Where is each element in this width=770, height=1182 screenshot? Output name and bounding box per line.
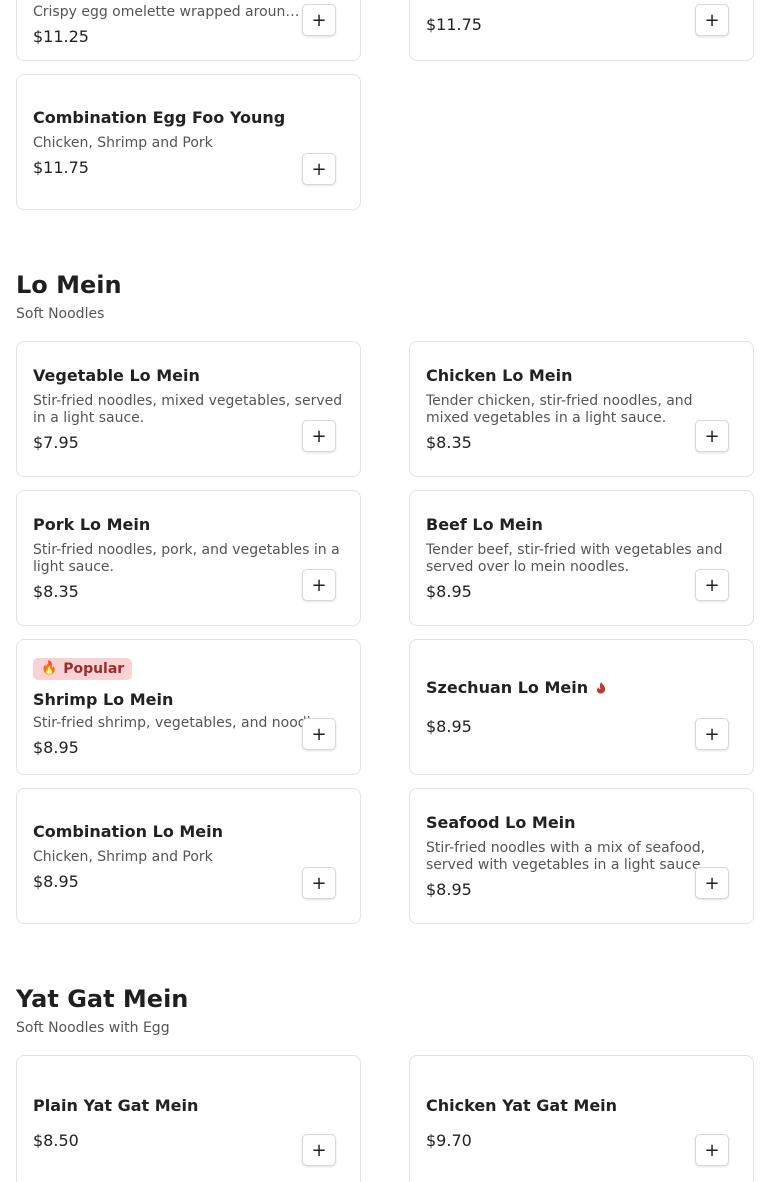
item-description: Tender beef, stir-fried with vegetables … (426, 542, 723, 575)
item-description: Chicken, Shrimp and Pork (33, 134, 213, 151)
item-description: Chicken, Shrimp and Pork (33, 848, 213, 865)
add-to-cart-button[interactable]: + (695, 420, 729, 452)
item-description: Tender chicken, stir-fried noodles, and … (426, 393, 693, 426)
add-to-cart-button[interactable]: + (695, 4, 729, 36)
item-name: Combination Lo Mein (33, 821, 224, 841)
item-name: Plain Yat Gat Mein (33, 1096, 199, 1115)
item-price: $8.95 (33, 871, 79, 891)
item-price: $8.95 (426, 880, 472, 899)
item-name: Vegetable Lo Mein (33, 366, 200, 385)
add-to-cart-button[interactable]: + (695, 718, 729, 750)
chili-icon (597, 681, 606, 694)
item-name: Pork Lo Mein (33, 515, 151, 534)
item-description: Stir-fried noodles, pork, and vegetables… (33, 542, 340, 575)
section-title: Lo Mein (16, 271, 122, 299)
add-to-cart-button[interactable]: + (302, 569, 336, 601)
item-price: $8.95 (426, 582, 472, 601)
add-to-cart-button[interactable]: + (695, 867, 729, 899)
popular-badge: 🔥 Popular (33, 657, 133, 680)
item-price: $8.50 (33, 1131, 79, 1150)
item-name: Beef Lo Mein (426, 515, 543, 534)
item-name: Seafood Lo Mein (426, 813, 576, 832)
item-price: $8.35 (33, 582, 79, 601)
menu-item-card[interactable]: Beef Lo Mein Tender beef, stir-fried wit… (409, 490, 754, 626)
item-name: Szechuan Lo Mein (426, 678, 589, 697)
add-to-cart-button[interactable]: + (302, 420, 336, 452)
menu-item-card[interactable]: Combination Egg Foo Young Chicken, Shrim… (16, 74, 361, 210)
item-price: $8.35 (426, 433, 472, 452)
item-price: $8.95 (33, 737, 79, 757)
add-to-cart-button[interactable]: + (695, 1134, 729, 1166)
item-name-row: Szechuan Lo Mein (426, 678, 737, 697)
menu-item-card[interactable]: Seafood Lo Mein Stir-fried noodles with … (409, 788, 754, 924)
fire-icon: 🔥 (41, 661, 58, 676)
item-price: $11.25 (33, 26, 89, 46)
item-name: Combination Egg Foo Young (33, 107, 286, 127)
menu-item-card[interactable]: Szechuan Lo Mein $8.95 + (409, 639, 754, 775)
item-price: $11.75 (426, 15, 482, 34)
item-price: $8.95 (426, 717, 472, 736)
menu-item-card[interactable]: Crispy egg omelette wrapped around... $1… (16, 0, 361, 61)
menu-item-card[interactable]: Vegetable Lo Mein Stir-fried noodles, mi… (16, 341, 361, 477)
section-subtitle: Soft Noodles with Egg (16, 1020, 170, 1036)
item-price: $7.95 (33, 433, 79, 452)
add-to-cart-button[interactable]: + (302, 718, 336, 750)
item-name: Chicken Lo Mein (426, 366, 573, 385)
item-description: Stir-fried noodles with a mix of seafood… (426, 840, 706, 873)
badge-label: Popular (63, 660, 125, 677)
item-description: Stir-fried shrimp, vegetables, and noodl… (33, 714, 331, 731)
item-description: Stir-fried noodles, mixed vegetables, se… (33, 393, 343, 426)
menu-item-card[interactable]: Pork Lo Mein Stir-fried noodles, pork, a… (16, 490, 361, 626)
add-to-cart-button[interactable]: + (302, 4, 336, 36)
item-price: $9.70 (426, 1131, 472, 1150)
add-to-cart-button[interactable]: + (302, 867, 336, 899)
menu-item-card[interactable]: Chicken Yat Gat Mein $9.70 + (409, 1055, 754, 1182)
menu-item-card[interactable]: Combination Lo Mein Chicken, Shrimp and … (16, 788, 361, 924)
menu-item-card[interactable]: Plain Yat Gat Mein $8.50 + (16, 1055, 361, 1182)
item-description: Crispy egg omelette wrapped around... (33, 3, 303, 20)
section-title: Yat Gat Mein (16, 985, 189, 1013)
add-to-cart-button[interactable]: + (302, 1134, 336, 1166)
menu-item-card[interactable]: Chicken Lo Mein Tender chicken, stir-fri… (409, 341, 754, 477)
add-to-cart-button[interactable]: + (302, 153, 336, 185)
add-to-cart-button[interactable]: + (695, 569, 729, 601)
section-subtitle: Soft Noodles (16, 306, 105, 322)
item-name: Shrimp Lo Mein (33, 689, 174, 709)
item-name: Chicken Yat Gat Mein (426, 1096, 618, 1115)
menu-item-card[interactable]: $11.75 + (409, 0, 754, 61)
item-price: $11.75 (33, 157, 89, 177)
menu-item-card[interactable]: 🔥 Popular Shrimp Lo Mein Stir-fried shri… (16, 639, 361, 775)
